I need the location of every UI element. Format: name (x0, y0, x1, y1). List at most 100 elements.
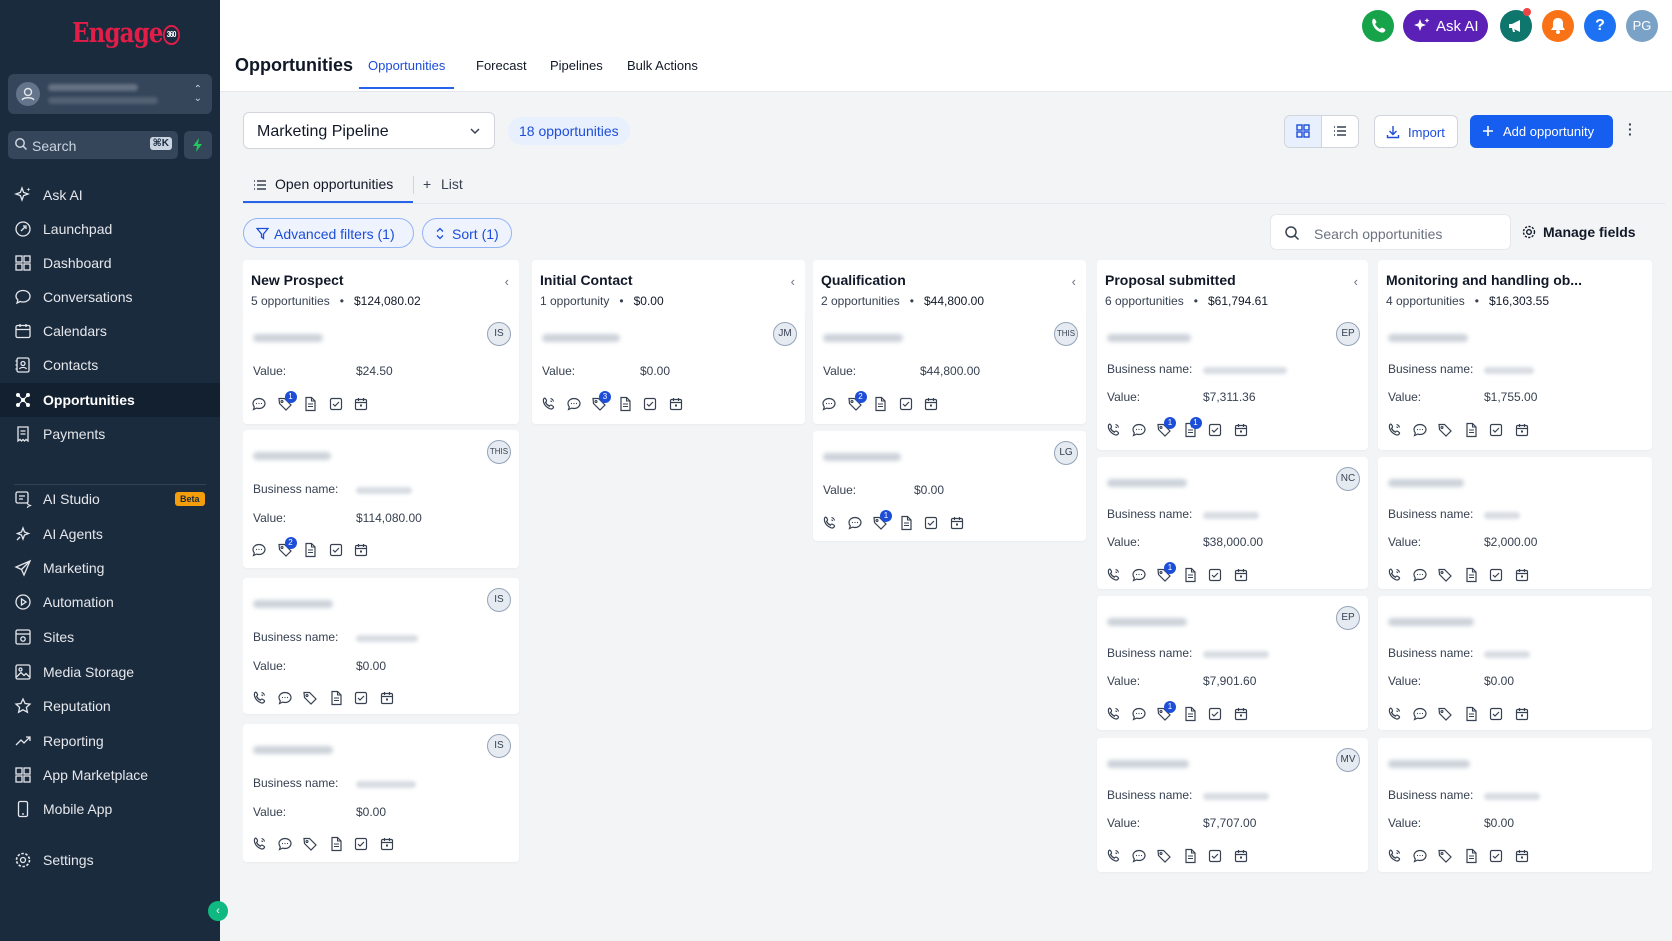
sidebar-item-launchpad[interactable]: Launchpad (0, 212, 220, 246)
user-avatar[interactable]: PG (1626, 10, 1658, 42)
owner-avatar[interactable]: NC (1336, 467, 1360, 491)
phone-icon[interactable] (1386, 706, 1402, 722)
phone-icon[interactable] (1386, 567, 1402, 583)
tag-icon[interactable] (1437, 567, 1453, 583)
document-icon[interactable] (328, 836, 344, 852)
document-icon[interactable] (1463, 422, 1479, 438)
document-icon[interactable] (1463, 706, 1479, 722)
opportunity-card[interactable]: IS Value: $24.50 1 (243, 312, 519, 424)
sidebar-item-automation[interactable]: Automation (0, 585, 220, 619)
document-icon[interactable] (302, 542, 318, 558)
document-icon[interactable] (898, 515, 914, 531)
task-checkbox-icon[interactable] (1207, 706, 1223, 722)
calendar-icon[interactable] (1233, 706, 1249, 722)
owner-avatar[interactable]: IS (487, 322, 511, 346)
document-icon[interactable] (1182, 567, 1198, 583)
sidebar-item-conversations[interactable]: Conversations (0, 280, 220, 314)
phone-icon[interactable] (1105, 567, 1121, 583)
tag-icon[interactable] (302, 836, 318, 852)
tab-bulk-actions[interactable]: Bulk Actions (627, 58, 698, 73)
task-checkbox-icon[interactable] (1488, 848, 1504, 864)
sidebar-item-opportunities[interactable]: Opportunities (0, 383, 220, 417)
phone-icon[interactable] (1386, 422, 1402, 438)
owner-avatar[interactable]: THIS (1054, 322, 1078, 346)
owner-avatar[interactable]: THIS (487, 440, 511, 464)
phone-icon[interactable] (251, 836, 267, 852)
owner-avatar[interactable]: IS (487, 734, 511, 758)
task-checkbox-icon[interactable] (353, 836, 369, 852)
document-icon[interactable] (1463, 848, 1479, 864)
task-checkbox-icon[interactable] (1207, 567, 1223, 583)
opportunity-card[interactable]: IS Business name: Value: $0.00 (243, 724, 519, 862)
calendar-icon[interactable] (353, 542, 369, 558)
phone-icon[interactable] (251, 690, 267, 706)
chat-icon[interactable] (566, 396, 582, 412)
help-button[interactable]: ? (1584, 10, 1616, 42)
collapse-stage-icon[interactable]: ‹ (505, 274, 509, 289)
tab-forecast[interactable]: Forecast (476, 58, 527, 73)
calendar-icon[interactable] (1233, 567, 1249, 583)
pipeline-select[interactable]: Marketing Pipeline (243, 112, 495, 149)
calendar-icon[interactable] (1233, 848, 1249, 864)
board-view-button[interactable] (1285, 116, 1322, 147)
owner-avatar[interactable]: LG (1054, 441, 1078, 465)
more-options-icon[interactable]: · · · (1628, 117, 1633, 141)
document-icon[interactable] (872, 396, 888, 412)
opportunity-card[interactable]: IS Business name: Value: $0.00 (243, 578, 519, 714)
document-icon[interactable] (1182, 706, 1198, 722)
list-view-button[interactable] (1322, 116, 1358, 147)
sidebar-item-contacts[interactable]: Contacts (0, 348, 220, 382)
phone-icon[interactable] (1386, 848, 1402, 864)
sidebar-item-dashboard[interactable]: Dashboard (0, 246, 220, 280)
document-icon[interactable] (302, 396, 318, 412)
sidebar-search[interactable]: Search ⌘K (8, 131, 178, 159)
sidebar-item-reputation[interactable]: Reputation (0, 689, 220, 723)
owner-avatar[interactable]: MV (1336, 748, 1360, 772)
advanced-filters-button[interactable]: Advanced filters (1) (243, 218, 414, 248)
chat-icon[interactable] (1412, 848, 1428, 864)
calendar-icon[interactable] (379, 836, 395, 852)
chat-icon[interactable] (1412, 706, 1428, 722)
chat-icon[interactable] (1412, 422, 1428, 438)
owner-avatar[interactable]: JM (773, 322, 797, 346)
task-checkbox-icon[interactable] (1488, 422, 1504, 438)
chat-icon[interactable] (1412, 567, 1428, 583)
phone-icon[interactable] (821, 515, 837, 531)
chat-icon[interactable] (821, 396, 837, 412)
task-checkbox-icon[interactable] (923, 515, 939, 531)
document-icon[interactable] (1463, 567, 1479, 583)
subtab-add-list[interactable]: List (441, 176, 463, 192)
collapse-stage-icon[interactable]: ‹ (791, 274, 795, 289)
task-checkbox-icon[interactable] (353, 690, 369, 706)
plus-icon[interactable]: + (423, 176, 431, 192)
sort-button[interactable]: Sort (1) (422, 218, 512, 248)
chat-icon[interactable] (277, 836, 293, 852)
sidebar-item-ai-studio[interactable]: AI Studio Beta (0, 482, 220, 516)
account-switcher[interactable]: ⌃ ⌄ (8, 74, 212, 114)
chat-icon[interactable] (1131, 848, 1147, 864)
collapse-sidebar-button[interactable]: ‹ (208, 901, 228, 921)
calendar-icon[interactable] (1514, 706, 1530, 722)
sidebar-item-marketing[interactable]: Marketing (0, 551, 220, 585)
phone-icon[interactable] (1105, 422, 1121, 438)
owner-avatar[interactable]: EP (1336, 606, 1360, 630)
sidebar-item-payments[interactable]: Payments (0, 417, 220, 451)
chat-icon[interactable] (1131, 567, 1147, 583)
calendar-icon[interactable] (1233, 422, 1249, 438)
add-opportunity-button[interactable]: Add opportunity (1470, 115, 1613, 148)
calendar-icon[interactable] (949, 515, 965, 531)
sidebar-item-settings[interactable]: Settings (0, 843, 220, 877)
task-checkbox-icon[interactable] (1207, 848, 1223, 864)
document-icon[interactable] (328, 690, 344, 706)
tab-pipelines[interactable]: Pipelines (550, 58, 603, 73)
opportunity-card[interactable]: THIS Business name: Value: $114,080.00 2 (243, 430, 519, 568)
calendar-icon[interactable] (1514, 848, 1530, 864)
opportunity-card[interactable]: Business name: Value: $1,755.00 (1378, 312, 1652, 450)
document-icon[interactable] (617, 396, 633, 412)
tag-icon[interactable] (1437, 706, 1453, 722)
calendar-icon[interactable] (379, 690, 395, 706)
ask-ai-button[interactable]: Ask AI (1403, 10, 1488, 42)
chat-icon[interactable] (1131, 706, 1147, 722)
tag-icon[interactable] (302, 690, 318, 706)
task-checkbox-icon[interactable] (898, 396, 914, 412)
